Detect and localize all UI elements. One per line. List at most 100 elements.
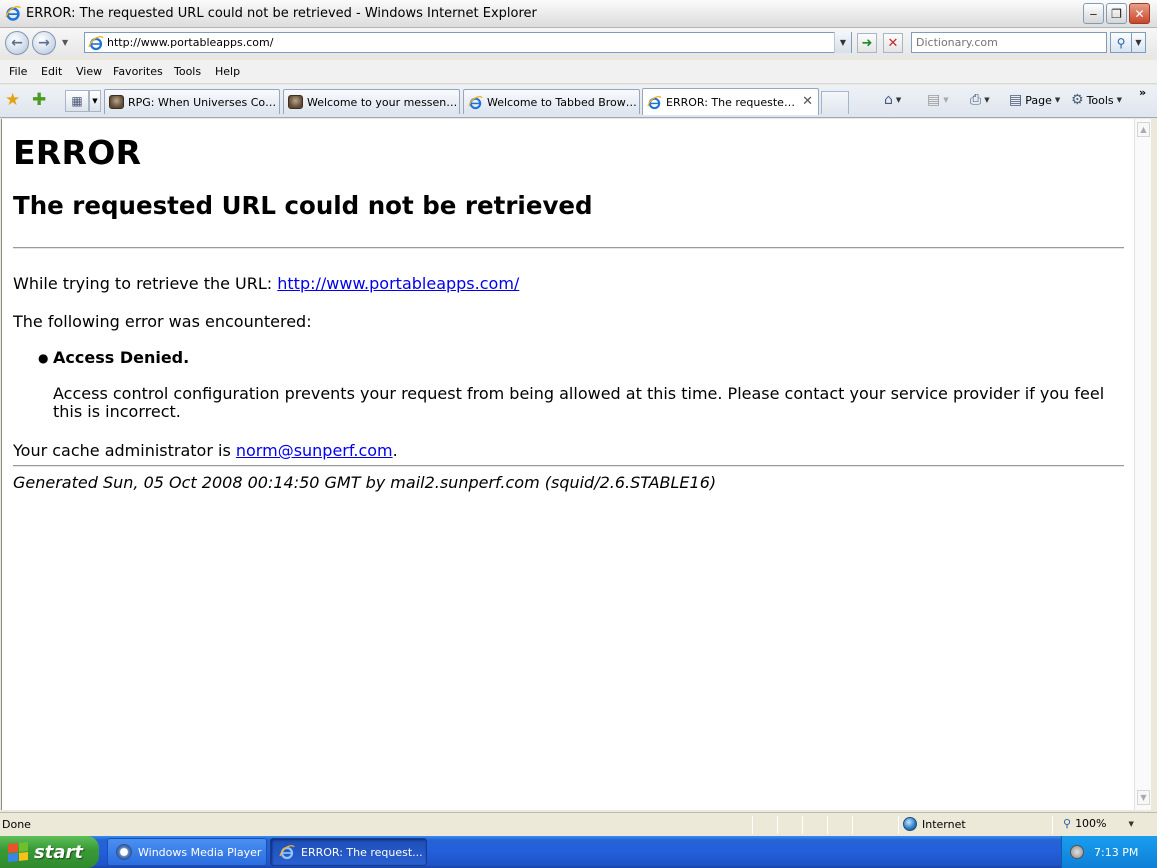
scroll-down-arrow-icon[interactable]: ▼ — [1137, 790, 1150, 805]
stop-button[interactable]: ✕ — [883, 33, 903, 53]
zoom-level: 100% — [1075, 817, 1107, 830]
tools-menu-button[interactable]: ⚙ Tools ▼ — [1071, 92, 1122, 108]
retrieve-url-link[interactable]: http://www.portableapps.com/ — [277, 274, 519, 293]
stop-x-icon: ✕ — [887, 35, 899, 51]
forward-button[interactable]: → — [32, 31, 56, 55]
recent-pages-dropdown[interactable]: ▼ — [62, 38, 68, 47]
go-arrow-icon: ➜ — [861, 35, 873, 51]
tab-label: Welcome to Tabbed Browsing — [487, 95, 639, 109]
new-tab-button[interactable] — [821, 91, 849, 114]
menu-edit[interactable]: Edit — [41, 65, 62, 78]
chevron-down-icon: ▼ — [943, 96, 949, 104]
add-favorite-star-icon[interactable]: ✚ — [32, 90, 46, 110]
search-button[interactable]: ⚲ — [1110, 32, 1132, 53]
ie-logo-icon — [279, 845, 295, 860]
generated-footer: Generated Sun, 05 Oct 2008 00:14:50 GMT … — [13, 473, 717, 492]
error-item: Access Denied. — [53, 348, 190, 367]
maximize-button[interactable]: ❐ — [1106, 3, 1127, 24]
home-button[interactable]: ⌂ ▼ — [884, 92, 901, 108]
favorites-center-star-icon[interactable]: ★ — [5, 90, 20, 110]
status-divider — [852, 816, 853, 834]
start-button[interactable]: start — [0, 836, 99, 868]
menu-file[interactable]: File — [9, 65, 27, 78]
chevron-down-icon: ▼ — [1116, 96, 1123, 104]
clock[interactable]: 7:13 PM — [1094, 846, 1138, 859]
print-button[interactable]: ⎙ ▼ — [970, 92, 990, 108]
gear-icon: ⚙ — [1071, 92, 1084, 108]
start-label: start — [34, 841, 83, 863]
taskbar-item-media-player[interactable]: Windows Media Player — [107, 838, 267, 866]
search-input[interactable] — [911, 32, 1107, 53]
retrieve-url-line: While trying to retrieve the URL: http:/… — [13, 274, 519, 293]
ie-favicon-icon — [468, 95, 483, 109]
window-title-bar[interactable]: ERROR: The requested URL could not be re… — [0, 0, 1157, 28]
menu-bar: File Edit View Favorites Tools Help — [0, 60, 1157, 84]
error-intro: The following error was encountered: — [13, 312, 312, 331]
admin-suffix: . — [392, 441, 398, 460]
scroll-up-arrow-icon[interactable]: ▲ — [1137, 122, 1150, 137]
system-tray: 7:13 PM — [1061, 836, 1157, 868]
status-text: Done — [2, 818, 31, 831]
address-dropdown-button[interactable]: ▼ — [834, 32, 851, 53]
address-field[interactable]: http://www.portableapps.com/ — [84, 32, 852, 53]
taskbar-item-label: ERROR: The request... — [301, 845, 423, 859]
forward-arrow-icon: → — [38, 35, 50, 51]
bullet-icon: ● — [38, 351, 49, 365]
taskbar-item-ie[interactable]: ERROR: The request... — [270, 838, 427, 866]
rss-icon: ▤ — [927, 92, 941, 108]
back-button[interactable]: ← — [5, 31, 29, 55]
zone-label: Internet — [922, 817, 966, 831]
game-favicon-icon — [109, 95, 124, 109]
magnifier-icon: ⚲ — [1116, 35, 1126, 50]
tab-close-icon[interactable]: ✕ — [802, 94, 813, 109]
tab-bar: ★ ✚ ▦ ▼ RPG: When Universes Collide... W… — [0, 85, 1157, 118]
menu-help[interactable]: Help — [215, 65, 240, 78]
status-divider — [777, 816, 778, 834]
page-content: ERROR The requested URL could not be ret… — [1, 119, 1134, 810]
tab-tabbed-browsing[interactable]: Welcome to Tabbed Browsing — [463, 89, 640, 114]
address-toolbar: ← → ▼ http://www.portableapps.com/ ▼ ➜ ✕… — [0, 28, 1157, 58]
tab-error-active[interactable]: ERROR: The requested U... ✕ — [642, 88, 819, 115]
status-divider — [827, 816, 828, 834]
go-button[interactable]: ➜ — [857, 33, 877, 53]
page-menu-button[interactable]: ▤ Page ▼ — [1009, 92, 1060, 108]
chevron-down-icon: ▼ — [984, 96, 990, 104]
printer-icon: ⎙ — [970, 92, 982, 108]
status-divider — [752, 816, 753, 834]
page-icon: ▤ — [1009, 92, 1023, 108]
vertical-scrollbar[interactable]: ▲ ▼ — [1134, 119, 1151, 810]
tab-rpg[interactable]: RPG: When Universes Collide... — [104, 89, 280, 114]
ie-favicon-icon — [647, 95, 662, 109]
security-zone[interactable]: Internet — [903, 817, 966, 831]
tab-label: ERROR: The requested U... — [666, 95, 798, 109]
admin-line: Your cache administrator is norm@sunperf… — [13, 441, 398, 460]
tools-menu-label: Tools — [1086, 93, 1114, 107]
grid-icon: ▦ — [71, 94, 83, 108]
menu-tools[interactable]: Tools — [174, 65, 201, 78]
status-bar: Done Internet ⚲ 100% ▼ — [0, 812, 1157, 836]
page-subheading: The requested URL could not be retrieved — [13, 191, 593, 220]
taskbar-item-label: Windows Media Player — [138, 845, 262, 859]
game-favicon-icon — [288, 95, 303, 109]
toolbar-overflow-chevron-icon[interactable]: » — [1139, 86, 1146, 99]
menu-view[interactable]: View — [76, 65, 102, 78]
media-player-icon — [116, 844, 132, 860]
feeds-button[interactable]: ▤ ▼ — [927, 92, 949, 108]
zoom-control[interactable]: ⚲ 100% ▼ — [1063, 817, 1134, 830]
admin-email-link[interactable]: norm@sunperf.com — [236, 441, 393, 460]
quick-tabs-button[interactable]: ▦ — [65, 90, 89, 112]
taskbar: start Windows Media Player ERROR: The re… — [0, 836, 1157, 868]
back-arrow-icon: ← — [11, 35, 23, 51]
chevron-down-icon: ▼ — [895, 96, 902, 104]
divider — [13, 247, 1124, 249]
menu-favorites[interactable]: Favorites — [113, 65, 163, 78]
search-options-dropdown[interactable]: ▼ — [1132, 32, 1146, 53]
tab-label: RPG: When Universes Collide... — [128, 95, 279, 109]
tab-messenger[interactable]: Welcome to your messenger — [283, 89, 460, 114]
minimize-button[interactable]: ‒ — [1083, 3, 1104, 24]
tray-app-icon[interactable] — [1070, 845, 1084, 859]
close-button[interactable]: ✕ — [1129, 3, 1150, 24]
retrieve-prefix: While trying to retrieve the URL: — [13, 274, 278, 293]
status-divider — [802, 816, 803, 834]
tab-list-dropdown[interactable]: ▼ — [89, 90, 101, 112]
